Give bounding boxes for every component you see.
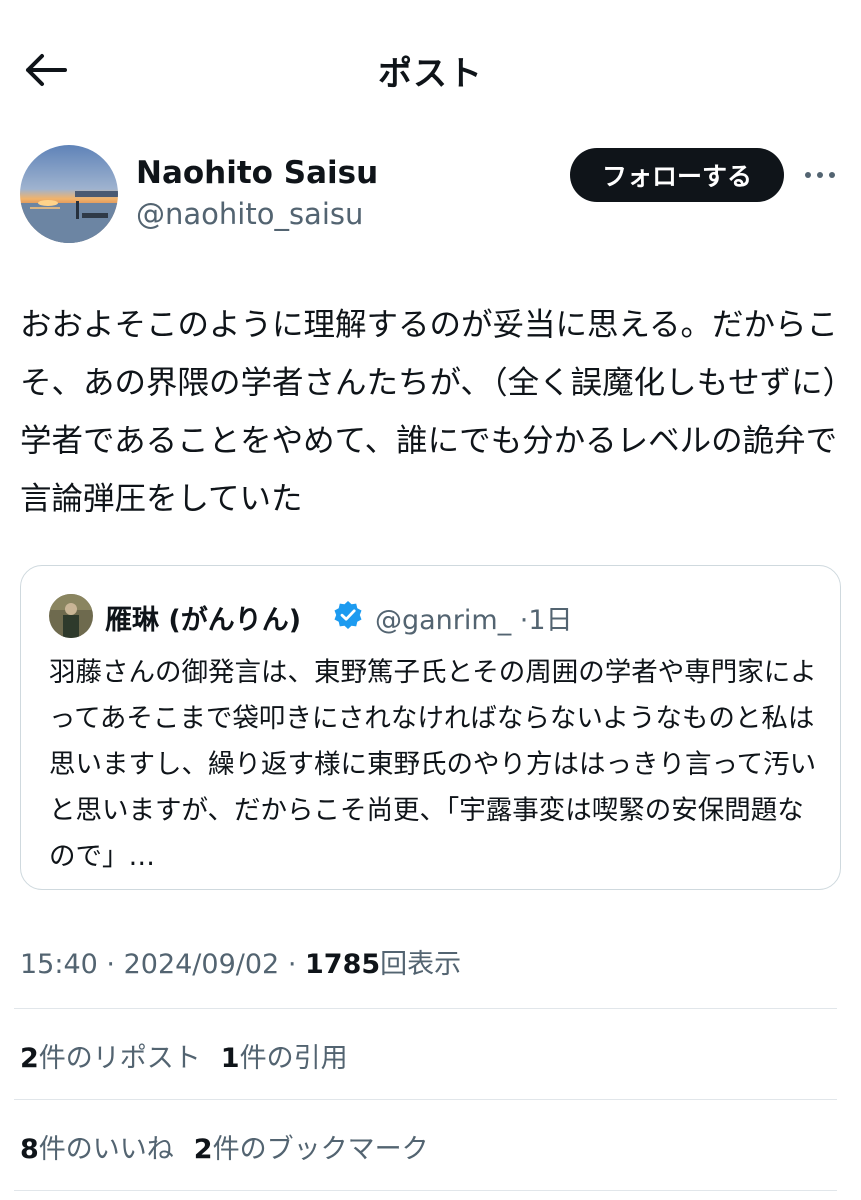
post-text: おおよそこのように理解するのが妥当に思える。だからこそ、あの界隈の学者さんたちが… bbox=[20, 307, 839, 517]
quoted-display-name: 雁琳 (がんりん) bbox=[105, 605, 302, 636]
likes-label: 件のいいね bbox=[38, 1134, 174, 1165]
more-options-button[interactable] bbox=[800, 159, 840, 191]
verified-badge-icon bbox=[333, 600, 363, 630]
quoted-avatar-image bbox=[49, 594, 93, 638]
reposts-label: 件のリポスト bbox=[38, 1043, 201, 1074]
top-bar: ポスト bbox=[0, 0, 861, 140]
divider bbox=[14, 1190, 837, 1191]
views-count: 1785 bbox=[305, 949, 381, 980]
quoted-time: 1日 bbox=[528, 605, 573, 636]
post-date[interactable]: 2024/09/02 bbox=[124, 949, 280, 980]
bookmarks-label: 件のブックマーク bbox=[212, 1134, 429, 1165]
reposts-count: 2 bbox=[20, 1043, 39, 1074]
bookmarks-count: 2 bbox=[193, 1134, 213, 1165]
post-time[interactable]: 15:40 bbox=[20, 949, 98, 980]
quotes-link[interactable]: 1件の引用 bbox=[221, 1043, 348, 1074]
quotes-label: 件の引用 bbox=[239, 1043, 348, 1074]
quoted-post-header: 雁琳 (がんりん) @ganrim_ ·1日 bbox=[49, 594, 820, 640]
avatar[interactable] bbox=[20, 145, 118, 243]
divider bbox=[14, 1008, 837, 1009]
author-row: Naohito Saisu @naohito_saisu フォローする bbox=[20, 145, 841, 245]
quoted-meta: @ganrim_ ·1日 bbox=[375, 598, 573, 637]
avatar-image bbox=[20, 145, 118, 243]
author-handle[interactable]: @naohito_saisu bbox=[136, 197, 363, 231]
views-label: 回表示 bbox=[380, 949, 462, 980]
reposts-link[interactable]: 2件のリポスト bbox=[20, 1043, 201, 1074]
more-horizontal-icon bbox=[805, 172, 835, 178]
engagement-row-1: 2件のリポスト 1件の引用 bbox=[20, 1036, 348, 1075]
quoted-avatar bbox=[49, 594, 93, 638]
follow-button[interactable]: フォローする bbox=[570, 148, 784, 202]
quoted-post[interactable]: 雁琳 (がんりん) @ganrim_ ·1日 羽藤さんの御発言は、東野篤子氏とそ… bbox=[20, 565, 841, 890]
author-display-name[interactable]: Naohito Saisu bbox=[136, 155, 378, 191]
quoted-handle: @ganrim_ bbox=[375, 605, 512, 636]
divider bbox=[14, 1099, 837, 1100]
quotes-count: 1 bbox=[220, 1043, 240, 1074]
likes-count: 8 bbox=[20, 1134, 39, 1165]
meta-separator: · bbox=[106, 949, 115, 980]
likes-link[interactable]: 8件のいいね bbox=[20, 1134, 174, 1165]
page-title: ポスト bbox=[378, 54, 483, 94]
engagement-row-2: 8件のいいね 2件のブックマーク bbox=[20, 1127, 429, 1166]
quoted-text: 羽藤さんの御発言は、東野篤子氏とその周囲の学者や専門家によってあそこまで袋叩きに… bbox=[49, 657, 817, 872]
post-timestamp: 15:40 · 2024/09/02 · 1785回表示 bbox=[20, 942, 461, 981]
meta-separator: · bbox=[287, 949, 297, 980]
bookmarks-link[interactable]: 2件のブックマーク bbox=[194, 1134, 429, 1165]
